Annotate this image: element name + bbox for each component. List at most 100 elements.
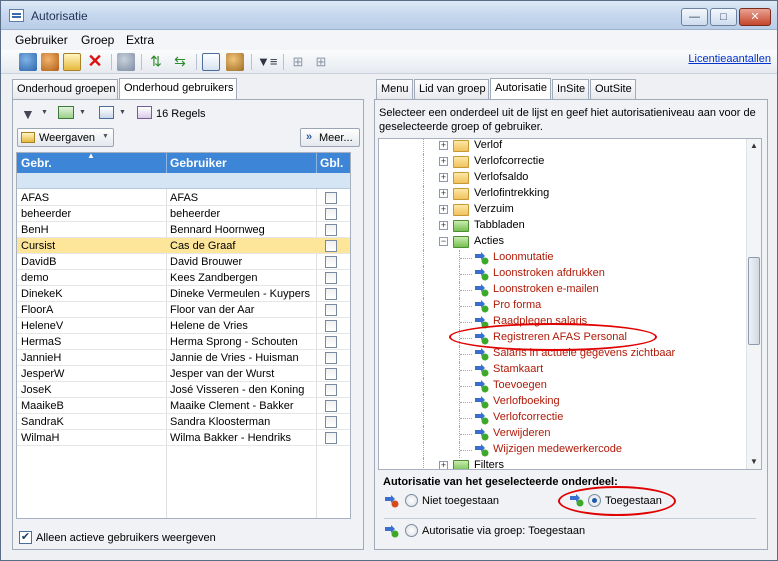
tree-scrollbar[interactable]: ▲ ▼ <box>746 139 761 469</box>
menu-extra[interactable]: Extra <box>126 33 154 47</box>
table-row[interactable]: JesperW Jesper van der Wurst <box>17 366 350 382</box>
group-icon[interactable] <box>117 53 135 71</box>
delete-icon[interactable]: ✕ <box>86 52 104 71</box>
edit-icon[interactable] <box>63 53 81 71</box>
tree-folder[interactable]: + Verlofintrekking <box>379 186 745 202</box>
expand-icon[interactable]: + <box>439 205 448 214</box>
views-dropdown[interactable]: Weergaven ▼ <box>17 128 114 147</box>
chevron-down-icon[interactable]: ▼ <box>41 109 48 116</box>
tree-folder[interactable]: + Verlof <box>379 139 745 154</box>
global-checkbox[interactable] <box>325 208 337 220</box>
global-checkbox[interactable] <box>325 288 337 300</box>
tree-action[interactable]: Stamkaart <box>379 362 745 378</box>
global-checkbox[interactable] <box>325 336 337 348</box>
expand-icon[interactable]: + <box>439 461 448 469</box>
tree-action[interactable]: Wijzigen medewerkercode <box>379 442 745 458</box>
expand-icon[interactable]: + <box>439 141 448 150</box>
table-row[interactable]: HermaS Herma Sprong - Schouten <box>17 334 350 350</box>
active-only-checkbox[interactable]: ✔ <box>19 531 32 544</box>
tab-onderhoud-groepen[interactable]: Onderhoud groepen <box>12 79 118 99</box>
scroll-thumb[interactable] <box>748 257 760 345</box>
chevron-down-icon[interactable]: ▼ <box>79 109 86 116</box>
tree-folder[interactable]: + Verlofcorrectie <box>379 154 745 170</box>
col-header-code[interactable]: Gebr. <box>21 156 52 170</box>
table-row[interactable]: MaaikeB Maaike Clement - Bakker <box>17 398 350 414</box>
filter-list-icon[interactable]: ▼≡ <box>257 53 277 71</box>
menu-gebruiker[interactable]: Gebruiker <box>15 33 68 47</box>
menu-groep[interactable]: Groep <box>81 33 114 47</box>
tab-lid-van-groep[interactable]: Lid van groep <box>414 79 489 99</box>
col-header-global[interactable]: Gbl. <box>320 156 343 170</box>
tree-action[interactable]: Verlofboeking <box>379 394 745 410</box>
global-checkbox[interactable] <box>325 192 337 204</box>
filter-icon[interactable]: ▼ <box>21 106 35 122</box>
table-row[interactable]: FloorA Floor van der Aar <box>17 302 350 318</box>
global-checkbox[interactable] <box>325 432 337 444</box>
tree-folder[interactable]: + Verlofsaldo <box>379 170 745 186</box>
scroll-down-icon[interactable]: ▼ <box>750 457 758 466</box>
expand-icon[interactable]: + <box>439 173 448 182</box>
tree-action[interactable]: Loonmutatie <box>379 250 745 266</box>
collapse-icon[interactable]: − <box>439 237 448 246</box>
global-checkbox[interactable] <box>325 352 337 364</box>
tree-action[interactable]: Loonstroken e-mailen <box>379 282 745 298</box>
table-row[interactable]: JoseK José Visseren - den Koning <box>17 382 350 398</box>
user-settings-icon[interactable] <box>226 53 244 71</box>
global-checkbox[interactable] <box>325 304 337 316</box>
export-icon[interactable] <box>58 106 74 119</box>
table-row[interactable]: demo Kees Zandbergen <box>17 270 350 286</box>
align-icon[interactable]: ⊞ <box>289 53 307 71</box>
tree-action[interactable]: Verwijderen <box>379 426 745 442</box>
layout-icon[interactable] <box>99 106 114 119</box>
expand-icon[interactable]: + <box>439 221 448 230</box>
grid-filter-row[interactable] <box>17 173 350 189</box>
more-button[interactable]: » Meer... <box>300 128 360 147</box>
tree-folder[interactable]: + Verzuim <box>379 202 745 218</box>
table-row[interactable]: BenH Bennard Hoornweg <box>17 222 350 238</box>
table-row[interactable]: WilmaH Wilma Bakker - Hendriks <box>17 430 350 446</box>
tree-action[interactable]: Verlofcorrectie <box>379 410 745 426</box>
close-button[interactable]: ✕ <box>739 8 771 26</box>
global-checkbox[interactable] <box>325 256 337 268</box>
tree-folder[interactable]: + Filters <box>379 458 745 469</box>
table-row[interactable]: JannieH Jannie de Vries - Huisman <box>17 350 350 366</box>
tab-menu[interactable]: Menu <box>376 79 413 99</box>
scroll-up-icon[interactable]: ▲ <box>750 141 758 150</box>
maximize-button[interactable]: □ <box>710 8 737 26</box>
global-checkbox[interactable] <box>325 368 337 380</box>
minimize-button[interactable]: — <box>681 8 708 26</box>
radio-via-group[interactable] <box>405 524 418 537</box>
table-row[interactable]: DinekeK Dineke Vermeulen - Kuypers <box>17 286 350 302</box>
tree-action[interactable]: Loonstroken afdrukken <box>379 266 745 282</box>
tree-folder[interactable]: + Tabbladen <box>379 218 745 234</box>
tree-action[interactable]: Pro forma <box>379 298 745 314</box>
table-row[interactable]: HeleneV Helene de Vries <box>17 318 350 334</box>
table-row[interactable]: Cursist Cas de Graaf <box>17 238 350 254</box>
tree-folder[interactable]: − Acties <box>379 234 745 250</box>
expand-icon[interactable]: + <box>439 189 448 198</box>
license-link[interactable]: Licentieaantallen <box>688 53 771 65</box>
global-checkbox[interactable] <box>325 320 337 332</box>
chevron-down-icon[interactable]: ▼ <box>119 109 126 116</box>
tree-action[interactable]: Toevoegen <box>379 378 745 394</box>
distribute-icon[interactable]: ⊞ <box>312 53 330 71</box>
tab-onderhoud-gebruikers[interactable]: Onderhoud gebruikers <box>119 78 237 99</box>
table-row[interactable]: DavidB David Brouwer <box>17 254 350 270</box>
global-checkbox[interactable] <box>325 416 337 428</box>
users-icon[interactable] <box>19 53 37 71</box>
expand-icon[interactable]: + <box>439 157 448 166</box>
preview-icon[interactable] <box>202 53 220 71</box>
global-checkbox[interactable] <box>325 224 337 236</box>
global-checkbox[interactable] <box>325 272 337 284</box>
import-arrow-icon[interactable]: ⇅ <box>147 53 165 71</box>
table-row[interactable]: SandraK Sandra Kloosterman <box>17 414 350 430</box>
radio-not-allowed[interactable] <box>405 494 418 507</box>
tab-autorisatie[interactable]: Autorisatie <box>490 78 551 99</box>
col-header-name[interactable]: Gebruiker <box>170 156 227 170</box>
tab-outsite[interactable]: OutSite <box>590 79 636 99</box>
table-row[interactable]: beheerder beheerder <box>17 206 350 222</box>
global-checkbox[interactable] <box>325 240 337 252</box>
user-group-icon[interactable] <box>41 53 59 71</box>
tab-insite[interactable]: InSite <box>552 79 589 99</box>
global-checkbox[interactable] <box>325 384 337 396</box>
